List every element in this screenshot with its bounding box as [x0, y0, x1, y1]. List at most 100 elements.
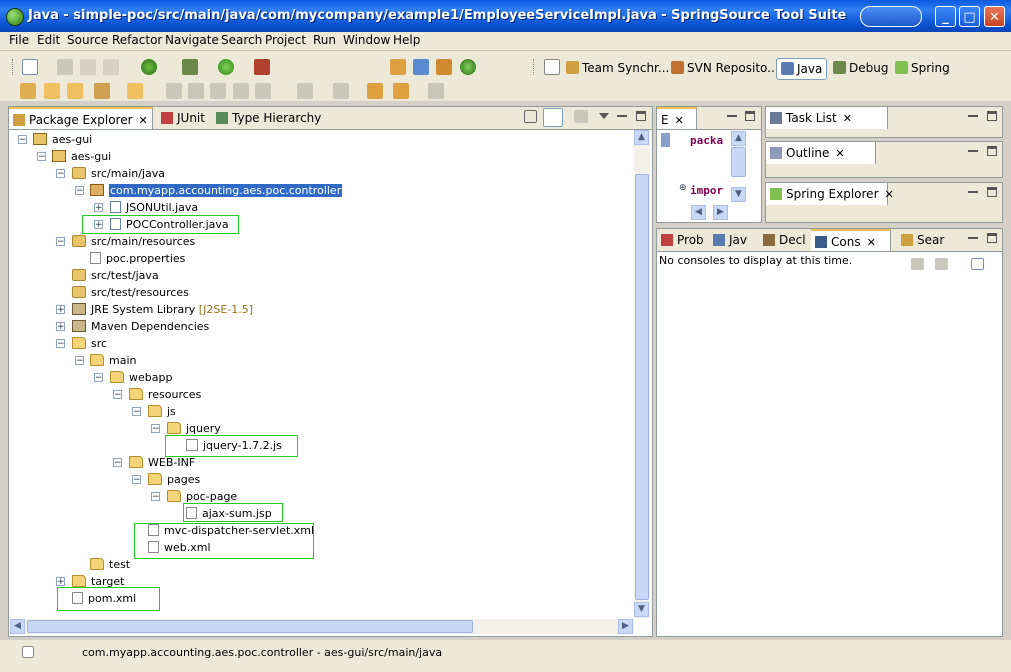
- tab-task-list[interactable]: Task List ✕: [766, 107, 888, 129]
- maximize-view-icon[interactable]: [745, 111, 755, 121]
- perspective-java[interactable]: Java: [776, 58, 828, 80]
- maximize-view-icon[interactable]: [987, 146, 997, 156]
- view-menu-icon[interactable]: [599, 113, 609, 119]
- expand-toggle[interactable]: −: [94, 373, 103, 383]
- tree-item-maven-dependencies[interactable]: Maven Dependencies: [72, 318, 209, 335]
- save-all-icon[interactable]: [80, 59, 96, 75]
- tree-item-pages[interactable]: pages: [148, 471, 200, 488]
- perspective-spring[interactable]: Spring: [895, 58, 950, 78]
- minimize-view-icon[interactable]: [968, 233, 978, 239]
- open-console-icon[interactable]: [971, 258, 984, 270]
- expand-toggle[interactable]: +: [56, 305, 65, 315]
- minimize-view-icon[interactable]: [968, 187, 978, 193]
- expand-toggle[interactable]: −: [75, 186, 84, 196]
- open-folder-icon[interactable]: [44, 83, 60, 99]
- tab-declaration[interactable]: Decl: [759, 229, 806, 251]
- menu-window[interactable]: Window: [343, 33, 390, 47]
- expand-toggle[interactable]: −: [113, 458, 122, 468]
- tree-item-package-controller[interactable]: com.myapp.accounting.aes.poc.controller: [90, 182, 343, 199]
- tab-editor[interactable]: E ✕: [657, 107, 697, 129]
- maximize-view-icon[interactable]: [987, 233, 997, 243]
- maximize-button[interactable]: □: [959, 6, 980, 27]
- expand-toggle[interactable]: −: [151, 492, 160, 502]
- scroll-up-button[interactable]: ▲: [634, 130, 649, 145]
- menu-refactor[interactable]: Refactor: [112, 33, 162, 47]
- expand-toggle[interactable]: +: [94, 203, 103, 213]
- external-tools-icon[interactable]: [254, 59, 270, 75]
- tab-javadoc[interactable]: Jav: [709, 229, 747, 251]
- perspective-team-sync[interactable]: Team Synchr...: [566, 58, 669, 78]
- annotation-icon[interactable]: [166, 83, 182, 99]
- open-perspective-icon[interactable]: [544, 59, 560, 75]
- collapse-all-icon[interactable]: [524, 110, 537, 123]
- fold-toggle-icon[interactable]: ⊕: [679, 183, 687, 193]
- tree-horizontal-scrollbar[interactable]: ◀ ▶: [10, 619, 634, 634]
- expand-toggle[interactable]: −: [113, 390, 122, 400]
- scroll-right-button[interactable]: ▶: [713, 205, 728, 220]
- prev-annotation-icon[interactable]: [333, 83, 349, 99]
- expand-toggle[interactable]: −: [151, 424, 160, 434]
- maximize-view-icon[interactable]: [987, 111, 997, 121]
- tree-item-main[interactable]: main: [90, 352, 136, 369]
- expand-toggle[interactable]: −: [132, 407, 141, 417]
- print-icon[interactable]: [103, 59, 119, 75]
- close-tab-icon[interactable]: ✕: [843, 112, 852, 125]
- link-with-editor-icon[interactable]: [543, 108, 563, 127]
- minimize-view-icon[interactable]: [727, 111, 737, 117]
- new-spring-icon[interactable]: [460, 59, 476, 75]
- close-tab-icon[interactable]: ✕: [139, 114, 148, 127]
- expand-toggle[interactable]: +: [56, 577, 65, 587]
- tree-item-poc-properties[interactable]: poc.properties: [90, 250, 185, 267]
- tab-console[interactable]: Cons ✕: [811, 229, 891, 251]
- app-icon[interactable]: [6, 8, 24, 26]
- tab-spring-explorer[interactable]: Spring Explorer ✕: [766, 183, 894, 205]
- perspective-svn[interactable]: SVN Reposito...: [671, 58, 779, 78]
- tree-item-project[interactable]: aes-gui: [52, 148, 111, 165]
- view-options-icon[interactable]: [574, 110, 588, 123]
- menu-edit[interactable]: Edit: [37, 33, 60, 47]
- next-annotation-icon[interactable]: [297, 83, 313, 99]
- tree-item-jre-library[interactable]: JRE System Library [J2SE-1.5]: [72, 301, 253, 318]
- scroll-down-button[interactable]: ▼: [634, 602, 649, 617]
- scroll-down-button[interactable]: ▼: [731, 187, 746, 202]
- perspective-debug[interactable]: Debug: [833, 58, 888, 78]
- pin-console-icon[interactable]: [911, 258, 924, 270]
- expand-toggle[interactable]: −: [18, 135, 27, 145]
- open-type-icon[interactable]: [20, 83, 36, 99]
- expand-toggle[interactable]: −: [132, 475, 141, 485]
- new-class-icon[interactable]: [436, 59, 452, 75]
- tree-item-jsonutil[interactable]: JSONUtil.java: [110, 199, 198, 216]
- close-tab-icon[interactable]: ✕: [835, 147, 844, 160]
- expand-toggle[interactable]: −: [75, 356, 84, 366]
- menu-help[interactable]: Help: [393, 33, 420, 47]
- display-console-icon[interactable]: [935, 258, 948, 270]
- close-tab-icon[interactable]: ✕: [675, 114, 684, 127]
- tree-item-src-test-resources[interactable]: src/test/resources: [72, 284, 189, 301]
- minimize-view-icon[interactable]: [617, 111, 627, 117]
- maximize-view-icon[interactable]: [636, 111, 646, 121]
- tree-item-test[interactable]: test: [90, 556, 130, 573]
- save-icon[interactable]: [57, 59, 73, 75]
- scroll-left-button[interactable]: ◀: [691, 205, 706, 220]
- expand-toggle[interactable]: −: [56, 339, 65, 349]
- scroll-up-button[interactable]: ▲: [731, 131, 746, 146]
- tree-vertical-scrollbar[interactable]: ▲ ▼: [634, 130, 650, 618]
- scroll-thumb[interactable]: [27, 620, 473, 633]
- menu-source[interactable]: Source: [67, 33, 108, 47]
- expand-toggle[interactable]: −: [37, 152, 46, 162]
- fast-view-icon[interactable]: [22, 646, 34, 658]
- menu-file[interactable]: File: [9, 33, 29, 47]
- tree-item-src-test-java[interactable]: src/test/java: [72, 267, 159, 284]
- expand-toggle[interactable]: −: [56, 237, 65, 247]
- new-java-project-icon[interactable]: [390, 59, 406, 75]
- scroll-right-button[interactable]: ▶: [618, 619, 633, 634]
- tree-item-src-main-resources[interactable]: src/main/resources: [72, 233, 195, 250]
- close-button[interactable]: ✕: [984, 6, 1005, 27]
- spring-icon[interactable]: [141, 59, 157, 75]
- tree-item-resources[interactable]: resources: [129, 386, 201, 403]
- menu-navigate[interactable]: Navigate: [165, 33, 219, 47]
- search-tool-icon[interactable]: [94, 83, 110, 99]
- tree-item-js[interactable]: js: [148, 403, 176, 420]
- tab-search[interactable]: Sear: [897, 229, 944, 251]
- maximize-view-icon[interactable]: [987, 187, 997, 197]
